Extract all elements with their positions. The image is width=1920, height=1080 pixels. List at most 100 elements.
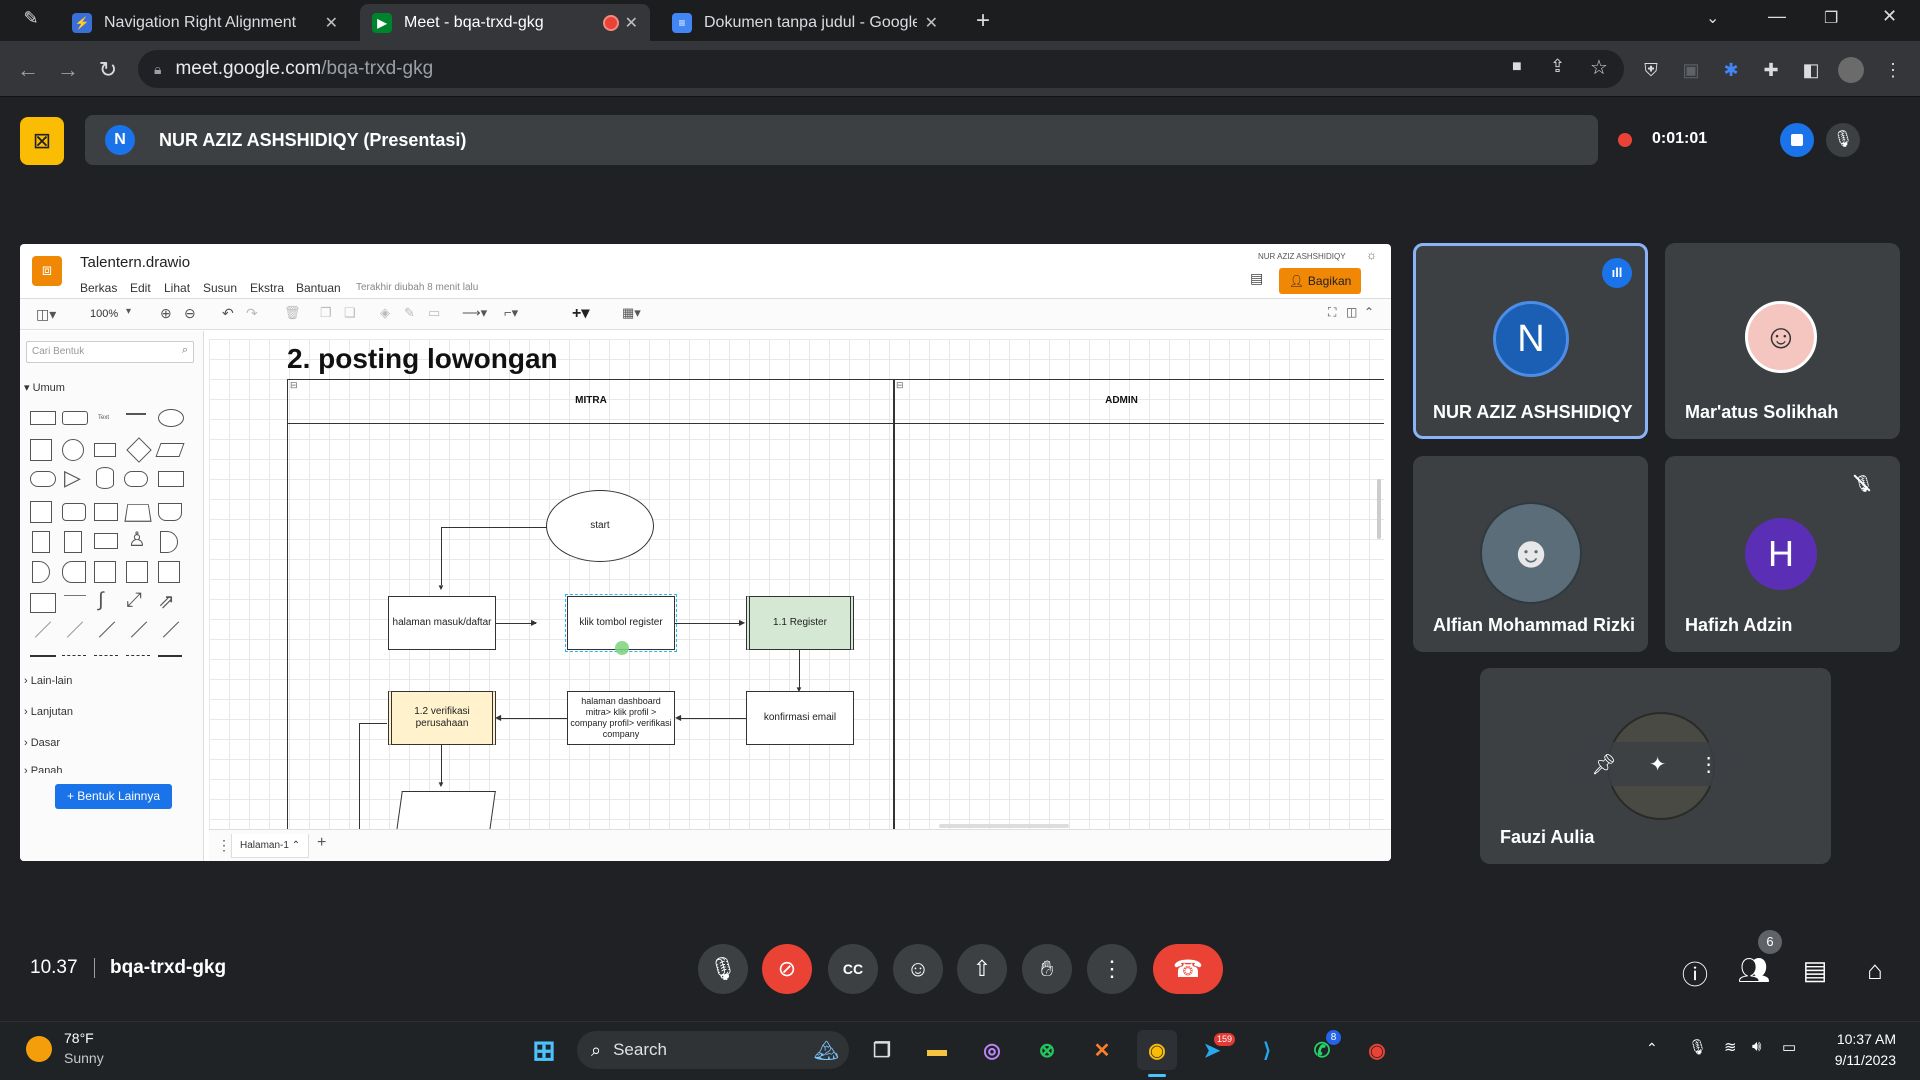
to-back-icon[interactable]: ❏ — [344, 305, 356, 321]
participant-tile-hafizh[interactable]: 🎙︎ H Hafizh Adzin — [1665, 456, 1900, 652]
to-front-icon[interactable]: ❐ — [320, 305, 332, 321]
redo-icon[interactable]: ↷ — [246, 305, 258, 322]
profile-avatar[interactable] — [1838, 57, 1864, 83]
node-verifikasi-perusahaan[interactable]: 1.2 verifikasi perusahaan — [388, 691, 496, 745]
zoom-level[interactable]: 100% — [90, 308, 118, 320]
drawio-share-button[interactable]: 👤︎ Bagikan — [1279, 268, 1361, 294]
drawio-comment-icon[interactable]: ▤ — [1250, 270, 1263, 287]
bookmark-star-icon[interactable]: ☆ — [1590, 55, 1608, 80]
section-panah[interactable]: › Panah — [24, 765, 63, 773]
drawio-last-edit[interactable]: Terakhir diubah 8 menit lalu — [356, 282, 478, 293]
format-panel-icon[interactable]: ◫▾ — [36, 306, 56, 323]
effects-sparkle-icon[interactable]: ✦ — [1649, 752, 1666, 777]
captions-button[interactable]: CC — [828, 944, 878, 994]
delete-icon[interactable]: 🗑︎ — [284, 305, 301, 321]
tab-close-icon[interactable]: ✕ — [325, 13, 338, 33]
section-lanjutan[interactable]: › Lanjutan — [24, 706, 73, 718]
fill-color-icon[interactable]: ◈ — [380, 305, 390, 321]
section-umum[interactable]: ▾ Umum — [24, 381, 65, 394]
xbox-icon[interactable]: ⊗ — [1027, 1030, 1067, 1070]
participant-tile-nur-aziz[interactable]: ıll N NUR AZIZ ASHSHIDIQY — [1413, 243, 1648, 439]
chrome-icon[interactable]: ◉ — [1137, 1030, 1177, 1070]
zoom-in-icon[interactable]: ⊕ — [160, 305, 172, 322]
more-options-button[interactable]: ⋮ — [1087, 944, 1137, 994]
zoom-chevron-icon[interactable]: ▾ — [126, 306, 131, 317]
leave-call-button[interactable]: ☎︎ — [1153, 944, 1223, 994]
section-lain-lain[interactable]: › Lain-lain — [24, 675, 72, 687]
node-halaman-masuk[interactable]: halaman masuk/daftar — [388, 596, 496, 650]
drawio-menu-bantuan[interactable]: Bantuan — [296, 281, 341, 295]
battery-icon[interactable]: ▭ — [1782, 1038, 1796, 1056]
zoom-out-icon[interactable]: ⊖ — [184, 305, 196, 322]
swimlane-admin[interactable]: ADMIN ⊟ — [893, 379, 1384, 829]
extensions-puzzle-icon[interactable]: ✚ — [1758, 57, 1784, 83]
more-shapes-button[interactable]: + Bentuk Lainnya — [55, 784, 172, 809]
participant-tile-fauzi[interactable]: 📌︎ ✦ ⋮ Fauzi Aulia — [1480, 668, 1831, 864]
start-windows-icon[interactable]: ⊞ — [524, 1030, 564, 1070]
page-tab-halaman-1[interactable]: Halaman-1 ⌃ — [231, 834, 310, 858]
vscode-icon[interactable]: ⟩ — [1247, 1030, 1287, 1070]
meeting-info-icon[interactable]: ⓘ — [1678, 955, 1712, 992]
diagram-heading[interactable]: 2. posting lowongan — [287, 343, 558, 375]
tab-google-docs[interactable]: ≡ Dokumen tanpa judul - Google D ✕ — [660, 4, 950, 41]
tray-chevron-icon[interactable]: ⌃ — [1646, 1040, 1658, 1057]
tab-meet[interactable]: ▶ Meet - bqa-trxd-gkg ✕ — [360, 4, 650, 41]
tab-search-chevron-icon[interactable]: ⌄ — [1706, 8, 1719, 28]
camera-icon[interactable]: ■ — [1512, 58, 1522, 76]
participant-tile-alfian[interactable]: ☻ Alfian Mohammad Rizki — [1413, 456, 1648, 652]
section-dasar[interactable]: › Dasar — [24, 737, 60, 749]
more-options-icon[interactable]: ⋮ — [1699, 752, 1719, 777]
presenting-icon[interactable]: ⊠ — [20, 117, 64, 165]
node-konfirmasi-email[interactable]: konfirmasi email — [746, 691, 854, 745]
pin-icon[interactable]: 📌︎ — [1591, 752, 1616, 777]
window-close-button[interactable]: ✕ — [1882, 6, 1897, 27]
drawio-menu-susun[interactable]: Susun — [203, 281, 237, 295]
node-register[interactable]: 1.1 Register — [746, 596, 854, 650]
shape-palette[interactable]: Text ▷ ♙ ∫ ⤢ ⇗ — [28, 403, 190, 657]
extension-grey-icon[interactable]: ▣ — [1678, 57, 1704, 83]
mic-off-icon[interactable]: 🎙︎ — [1826, 123, 1860, 157]
drawio-menu-lihat[interactable]: Lihat — [164, 281, 190, 295]
address-bar[interactable]: 🔒︎ meet.google.com /bqa-trxd-gkg ■ ⇪ ☆ — [138, 50, 1624, 88]
insert-icon[interactable]: +▾ — [572, 303, 589, 323]
tray-mic-icon[interactable]: 🎙︎ — [1688, 1038, 1707, 1056]
raise-hand-button[interactable]: ✋︎ — [1022, 944, 1072, 994]
node-halaman-dashboard[interactable]: halaman dashboard mitra> klik profil > c… — [567, 691, 675, 745]
new-tab-button[interactable]: + — [968, 6, 998, 36]
drawio-user-name[interactable]: NUR AZIZ ASHSHIDIQY — [1258, 252, 1346, 261]
browser-menu-icon[interactable]: ✎ — [18, 8, 44, 34]
xampp-icon[interactable]: ✕ — [1082, 1030, 1122, 1070]
shield-extension-icon[interactable]: ⛨ — [1638, 57, 1664, 83]
reload-icon[interactable]: ↻ — [94, 56, 122, 84]
selection-handle[interactable] — [615, 641, 629, 655]
microphone-button[interactable]: 🎙︎ — [698, 944, 748, 994]
tab-close-icon[interactable]: ✕ — [625, 13, 638, 33]
partial-node[interactable] — [396, 791, 496, 829]
volume-icon[interactable]: 🔊︎ — [1752, 1038, 1761, 1055]
side-panel-icon[interactable]: ◧ — [1798, 57, 1824, 83]
taskbar-search-box[interactable]: ⌕ Search 🏔︎ — [577, 1031, 849, 1069]
horizontal-scrollbar[interactable] — [939, 824, 1069, 828]
file-explorer-icon[interactable]: ▬ — [917, 1030, 957, 1070]
back-icon[interactable]: ← — [14, 56, 42, 84]
collapse-icon[interactable]: ⊟ — [290, 380, 298, 391]
connection-icon[interactable]: ⟶▾ — [462, 305, 487, 321]
clock-time[interactable]: 10:37 AM — [1830, 1031, 1896, 1047]
camera-off-button[interactable]: ⊘ — [762, 944, 812, 994]
line-color-icon[interactable]: ✎ — [404, 305, 415, 321]
shape-search-field[interactable]: Cari Bentuk ⌕ — [26, 341, 194, 363]
activities-icon[interactable]: ⌂ — [1858, 955, 1892, 986]
weather-desc[interactable]: Sunny — [64, 1050, 104, 1066]
format-toggle-icon[interactable]: ◫ — [1346, 305, 1357, 319]
chat-icon[interactable]: ▤ — [1798, 955, 1832, 986]
start-node[interactable]: start — [546, 490, 654, 562]
stop-recording-button[interactable] — [1780, 123, 1814, 157]
drawio-theme-icon[interactable]: ☼ — [1366, 248, 1377, 262]
chrome-menu-icon[interactable]: ⋮ — [1880, 57, 1906, 83]
window-minimize-button[interactable]: — — [1768, 6, 1786, 27]
add-page-icon[interactable]: + — [317, 834, 326, 852]
weather-sun-icon[interactable] — [26, 1036, 52, 1062]
vertical-scrollbar[interactable] — [1377, 479, 1381, 539]
people-icon[interactable]: 👥︎ — [1737, 955, 1771, 986]
collapse-icon[interactable]: ⌃ — [1364, 305, 1374, 319]
